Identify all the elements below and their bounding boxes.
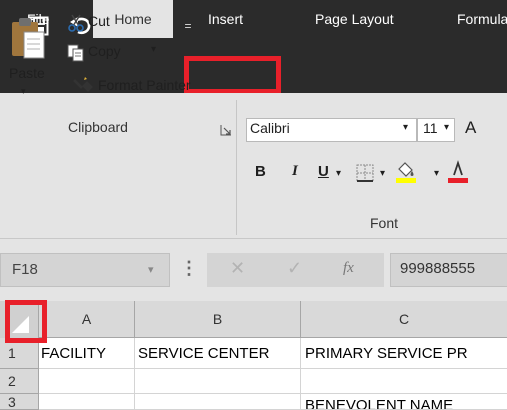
- cell-c3[interactable]: BENEVOLENT NAME: [301, 394, 507, 410]
- increase-font-size-button[interactable]: A: [465, 118, 476, 138]
- column-header-b[interactable]: B: [135, 301, 301, 338]
- excel-window: ▾ ▾ = File Home Insert Page Layout Formu…: [0, 0, 507, 410]
- cell-b3[interactable]: [135, 394, 301, 410]
- name-box-value: F18: [12, 261, 38, 278]
- cell-c2[interactable]: [301, 369, 507, 394]
- font-name-dropdown-icon[interactable]: ▾: [403, 122, 408, 133]
- cell-a2[interactable]: [39, 369, 135, 394]
- ribbon-group-divider: [236, 100, 237, 235]
- name-box-dropdown-icon[interactable]: ▾: [148, 263, 154, 276]
- cell-b2[interactable]: [135, 369, 301, 394]
- format-painter-button[interactable]: Format Painter: [98, 77, 191, 93]
- font-color-icon[interactable]: [447, 160, 469, 184]
- column-header-c[interactable]: C: [301, 301, 507, 338]
- font-name-value: Calibri: [250, 120, 290, 136]
- font-size-dropdown-icon[interactable]: ▾: [444, 122, 449, 133]
- cell-a1[interactable]: FACILITY: [39, 338, 135, 369]
- cancel-entry-icon[interactable]: ✕: [230, 258, 245, 279]
- tab-insert[interactable]: Insert: [208, 0, 243, 38]
- paste-dropdown-icon[interactable]: ▾: [21, 86, 26, 97]
- customize-toolbar-icon[interactable]: =: [181, 14, 195, 38]
- underline-dropdown-icon[interactable]: ▾: [336, 168, 341, 179]
- paste-icon[interactable]: [8, 14, 46, 60]
- ribbon-home: [0, 93, 507, 239]
- column-header-a[interactable]: A: [39, 301, 135, 338]
- cut-button[interactable]: Cut: [88, 13, 110, 29]
- row-header-3[interactable]: 3: [0, 394, 39, 410]
- clipboard-group-label: Clipboard: [68, 119, 128, 135]
- underline-button[interactable]: U: [318, 163, 329, 180]
- copy-dropdown-icon[interactable]: ▾: [151, 44, 156, 55]
- font-size-value: 11: [423, 120, 438, 136]
- copy-button[interactable]: Copy: [88, 43, 121, 59]
- fill-color-icon[interactable]: [395, 160, 417, 184]
- paste-button[interactable]: Paste: [9, 65, 45, 81]
- fill-color-dropdown-icon[interactable]: ▾: [434, 168, 439, 179]
- font-group-label: Font: [370, 215, 399, 231]
- italic-button[interactable]: I: [292, 163, 298, 180]
- formula-input-value: 999888555: [400, 260, 476, 277]
- format-painter-icon[interactable]: [73, 76, 95, 94]
- clipboard-dialog-launcher-icon[interactable]: [220, 123, 232, 136]
- row-header-2[interactable]: 2: [0, 369, 39, 394]
- insert-function-button[interactable]: fx: [343, 260, 354, 277]
- enter-entry-icon[interactable]: ✓: [287, 258, 302, 279]
- borders-dropdown-icon[interactable]: ▾: [380, 168, 385, 179]
- copy-icon[interactable]: [67, 44, 85, 62]
- cell-c1[interactable]: PRIMARY SERVICE PR: [301, 338, 507, 369]
- cut-icon[interactable]: [67, 14, 85, 32]
- select-all-highlight-box: [5, 300, 47, 343]
- cell-b1[interactable]: SERVICE CENTER: [135, 338, 301, 369]
- bold-button[interactable]: B: [255, 163, 266, 180]
- cell-a3[interactable]: [39, 394, 135, 410]
- tab-page-layout[interactable]: Page Layout: [315, 0, 394, 38]
- borders-icon[interactable]: [356, 164, 374, 182]
- formula-bar-splitter-icon[interactable]: ⋮: [180, 258, 198, 279]
- tab-formulas[interactable]: Formula: [457, 0, 507, 38]
- insert-tab-highlight-box: [184, 56, 281, 94]
